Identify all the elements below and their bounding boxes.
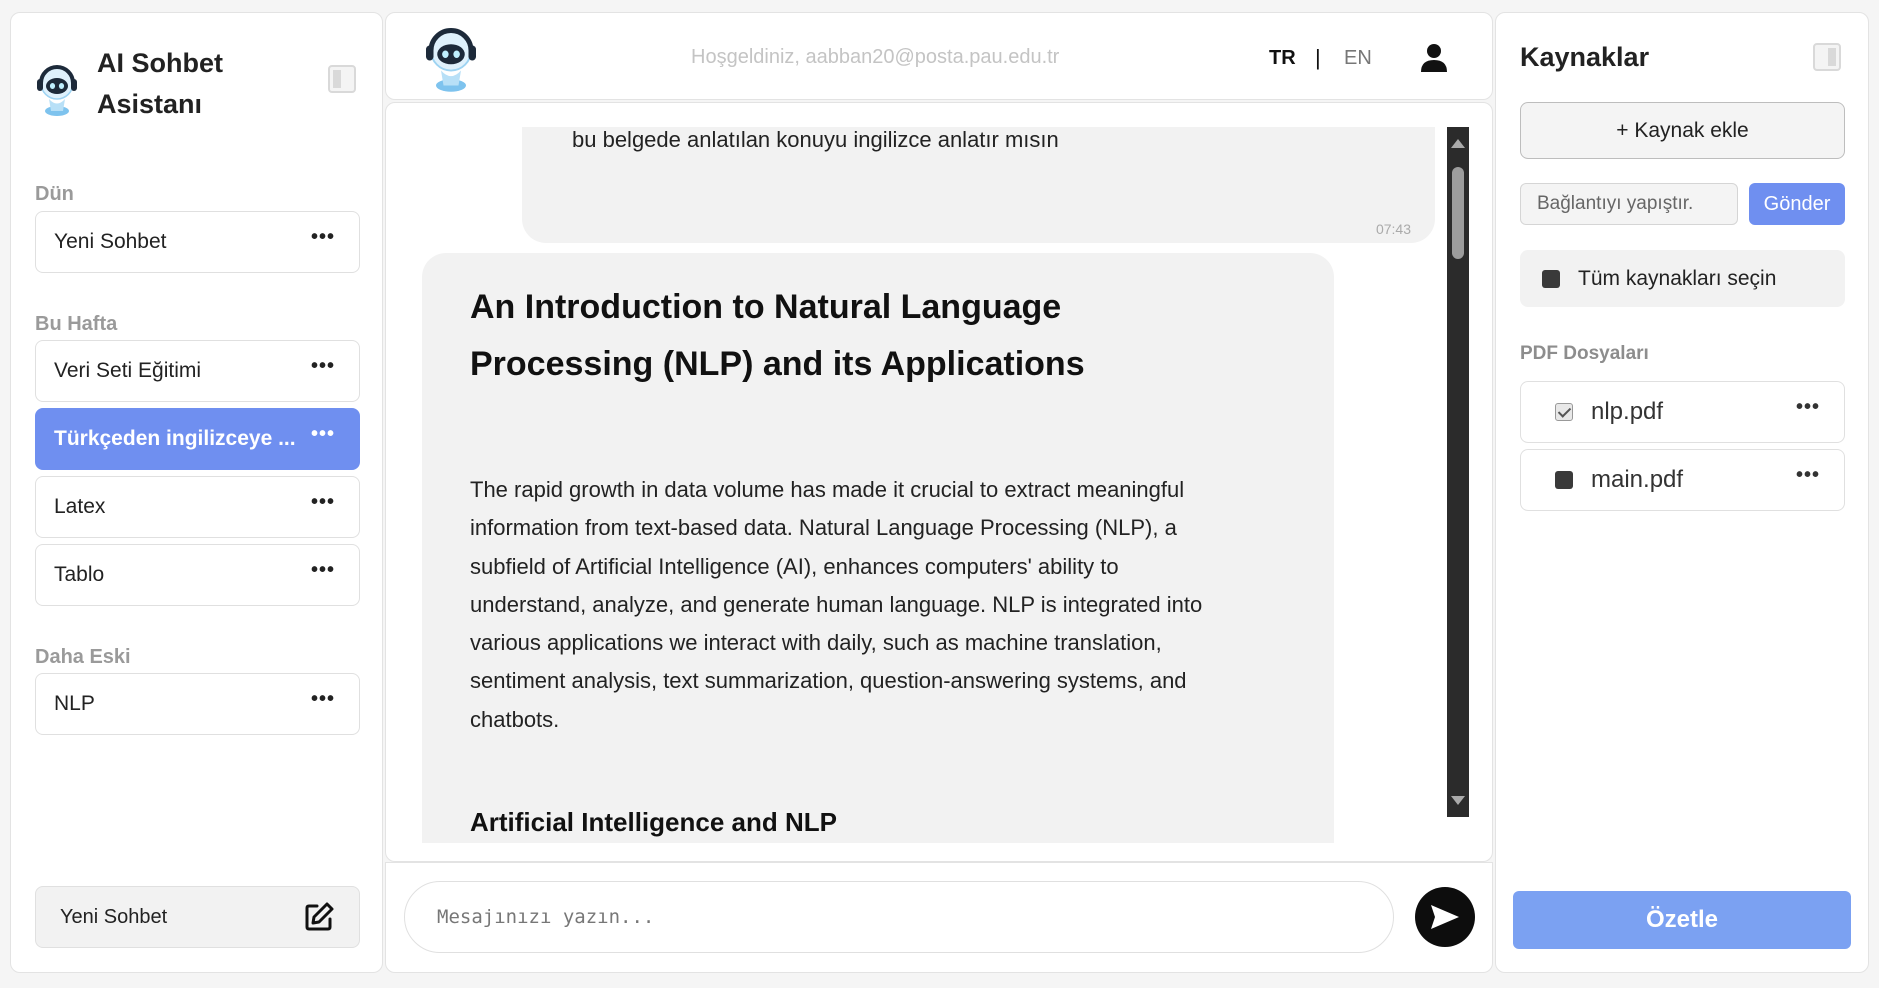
- app-title: AI Sohbet Asistanı: [97, 48, 223, 119]
- more-options-icon[interactable]: •••: [1796, 397, 1820, 417]
- chat-item[interactable]: NLP •••: [35, 673, 360, 735]
- left-sidebar: AI Sohbet Asistanı Dün Yeni Sohbet ••• B…: [10, 12, 383, 973]
- section-label-older: Daha Eski: [35, 646, 131, 668]
- more-options-icon[interactable]: •••: [311, 227, 335, 247]
- user-message-text: bu belgede anlatılan konuyu ingilizce an…: [572, 127, 1059, 152]
- chat-scrollbar[interactable]: [1447, 127, 1469, 817]
- chat-item[interactable]: Tablo •••: [35, 544, 360, 606]
- chat-item-label: Tablo: [54, 563, 105, 586]
- more-options-icon[interactable]: •••: [311, 424, 335, 444]
- chat-item-label: Latex: [54, 495, 106, 518]
- more-options-icon[interactable]: •••: [311, 560, 335, 580]
- pdf-file-name: main.pdf: [1591, 466, 1684, 493]
- chat-item-label: NLP: [54, 692, 95, 715]
- chat-item-label: Yeni Sohbet: [54, 230, 167, 253]
- message-input-bar: [385, 862, 1493, 973]
- collapse-sidebar-icon[interactable]: [328, 65, 356, 93]
- sources-sidebar: Kaynaklar + Kaynak ekle Gönder Tüm kayna…: [1495, 12, 1869, 973]
- more-options-icon[interactable]: •••: [311, 492, 335, 512]
- pdf-file-name: nlp.pdf: [1591, 398, 1664, 425]
- link-input[interactable]: [1520, 183, 1738, 225]
- pdf-file-checkbox[interactable]: [1555, 471, 1573, 489]
- select-all-sources[interactable]: Tüm kaynakları seçin: [1520, 250, 1845, 307]
- pdf-file-checkbox[interactable]: [1555, 403, 1573, 421]
- section-label-yesterday: Dün: [35, 183, 74, 205]
- scroll-up-arrow-icon[interactable]: [1451, 139, 1465, 148]
- new-chat-label: Yeni Sohbet: [60, 905, 168, 928]
- chat-item[interactable]: Veri Seti Eğitimi •••: [35, 340, 360, 402]
- robot-logo-icon: [426, 28, 476, 92]
- chat-item[interactable]: Yeni Sohbet •••: [35, 211, 360, 273]
- chat-item-label: Türkçeden ingilizceye ...: [54, 427, 296, 450]
- select-all-checkbox[interactable]: [1542, 269, 1560, 288]
- send-link-button[interactable]: Gönder: [1749, 183, 1845, 225]
- chat-item-active[interactable]: Türkçeden ingilizceye ... •••: [35, 408, 360, 470]
- assistant-message-subheading: Artificial Intelligence and NLP: [470, 807, 837, 837]
- scrollbar-thumb[interactable]: [1452, 167, 1464, 259]
- chat-item-label: Veri Seti Eğitimi: [54, 359, 202, 382]
- section-label-this-week: Bu Hafta: [35, 313, 118, 335]
- brand: AI Sohbet Asistanı: [35, 43, 247, 125]
- select-all-label: Tüm kaynakları seçin: [1578, 266, 1777, 290]
- scroll-down-arrow-icon[interactable]: [1451, 796, 1465, 805]
- send-message-button[interactable]: [1415, 887, 1475, 947]
- assistant-message-title: An Introduction to Natural Language Proc…: [470, 288, 1085, 383]
- send-icon: [1431, 905, 1459, 929]
- more-options-icon[interactable]: •••: [311, 356, 335, 376]
- language-separator: |: [1315, 45, 1321, 70]
- user-message-bubble: bu belgede anlatılan konuyu ingilizce an…: [522, 127, 1435, 243]
- message-input[interactable]: [404, 881, 1394, 953]
- more-options-icon[interactable]: •••: [311, 689, 335, 709]
- chat-messages-area[interactable]: bu belgede anlatılan konuyu ingilizce an…: [385, 102, 1493, 862]
- add-source-button[interactable]: + Kaynak ekle: [1520, 102, 1845, 159]
- assistant-message-bubble: An Introduction to Natural Language Proc…: [422, 253, 1334, 843]
- assistant-message-paragraph: The rapid growth in data volume has made…: [470, 477, 1203, 732]
- new-chat-button[interactable]: Yeni Sohbet: [35, 886, 360, 948]
- chat-item[interactable]: Latex •••: [35, 476, 360, 538]
- robot-logo-icon: [37, 65, 77, 116]
- top-header: Hoşgeldiniz, aabban20@posta.pau.edu.tr T…: [385, 12, 1493, 100]
- pdf-file-item[interactable]: main.pdf •••: [1520, 449, 1845, 511]
- pdf-section-label: PDF Dosyaları: [1520, 343, 1649, 364]
- more-options-icon[interactable]: •••: [1796, 465, 1820, 485]
- pdf-file-item[interactable]: nlp.pdf •••: [1520, 381, 1845, 443]
- sources-title: Kaynaklar: [1520, 42, 1650, 72]
- edit-icon: [305, 902, 334, 931]
- language-tr-button[interactable]: TR: [1269, 47, 1296, 70]
- language-en-button[interactable]: EN: [1344, 47, 1372, 70]
- welcome-text: Hoşgeldiniz, aabban20@posta.pau.edu.tr: [691, 46, 1060, 68]
- user-profile-icon[interactable]: [1420, 43, 1448, 73]
- collapse-sources-icon[interactable]: [1813, 43, 1841, 71]
- message-timestamp: 07:43: [1375, 221, 1411, 237]
- summarize-button[interactable]: Özetle: [1513, 891, 1851, 949]
